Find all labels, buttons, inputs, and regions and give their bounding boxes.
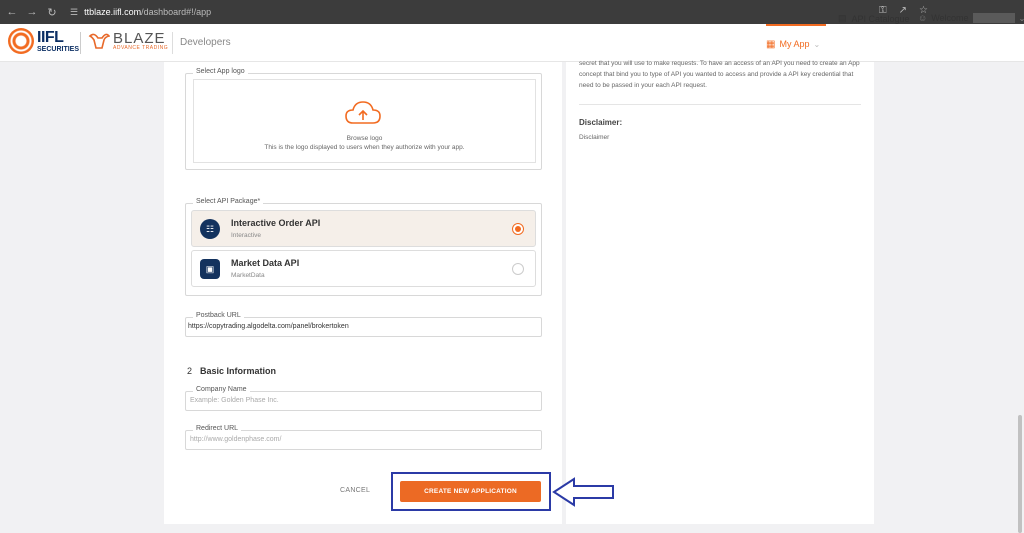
company-name-legend: Company Name: [193, 386, 250, 393]
blaze-logo-subtext: ADVANCE TRADING: [113, 45, 169, 51]
panel-divider: [579, 104, 861, 105]
section-title: Basic Information: [200, 366, 277, 376]
package-option-interactive[interactable]: ☷ Interactive Order API Interactive: [191, 210, 536, 247]
package-radio[interactable]: [512, 263, 524, 275]
welcome-label: Welcome: [931, 13, 969, 23]
api-intro-text: secret that you will use to make request…: [579, 60, 860, 89]
redirect-url-field[interactable]: Redirect URL http://www.goldenphase.com/: [185, 425, 542, 450]
app-logo-legend: Select App logo: [193, 68, 248, 75]
package-title: Market Data API: [231, 258, 300, 268]
nav-my-app[interactable]: ▦ My App ⌄: [766, 24, 826, 62]
section-number: 2: [187, 366, 193, 376]
browse-logo-label: Browse logo: [346, 135, 383, 142]
blaze-bull-icon: [88, 33, 110, 49]
forward-icon[interactable]: →: [24, 6, 40, 18]
reload-icon[interactable]: ↻: [44, 6, 60, 19]
company-name-placeholder[interactable]: Example: Golden Phase Inc.: [190, 397, 279, 404]
browse-logo-hint: This is the logo displayed to users when…: [264, 144, 465, 151]
package-subtitle: MarketData: [231, 272, 265, 279]
grid-icon: ▦: [766, 38, 776, 50]
user-menu[interactable]: ☺ Welcome ⌄: [918, 13, 1024, 23]
package-option-market-data[interactable]: ▣ Market Data API MarketData: [191, 250, 536, 287]
cloud-upload-icon[interactable]: [344, 99, 382, 127]
redacted-username: [972, 13, 1015, 23]
redirect-url-legend: Redirect URL: [193, 425, 242, 432]
logo-divider: [80, 32, 81, 54]
chevron-down-icon: ⌄: [813, 39, 821, 49]
chevron-down-icon: ⌄: [1018, 13, 1024, 23]
cancel-button[interactable]: CANCEL: [340, 487, 370, 494]
postback-url-field[interactable]: Postback URL https://copytrading.algodel…: [185, 312, 542, 337]
address-bar[interactable]: ☰ ttblaze.iifl.com/dashboard#!/app: [70, 7, 211, 18]
blaze-logo-text: BLAZE: [113, 30, 166, 47]
blaze-logo[interactable]: BLAZE ADVANCE TRADING: [88, 30, 168, 52]
developers-label: Developers: [180, 37, 231, 48]
package-radio[interactable]: [512, 223, 524, 235]
page-scrollbar[interactable]: [1018, 415, 1022, 533]
info-panel: [566, 62, 874, 524]
iifl-logo-subtext: SECURITIES: [37, 45, 80, 53]
tune-icon: ☰: [70, 6, 79, 17]
browse-logo-text: Browse logo This is the logo displayed t…: [193, 134, 536, 152]
package-subtitle: Interactive: [231, 232, 261, 239]
url-host: ttblaze.iifl.com: [84, 7, 142, 17]
postback-url-legend: Postback URL: [193, 312, 244, 319]
header-divider: [172, 32, 173, 54]
nav-api-catalogue[interactable]: ▤ API Catalogue: [838, 13, 910, 24]
iifl-logo[interactable]: IIFL SECURITIES: [8, 28, 79, 54]
user-icon: ☺: [918, 13, 928, 23]
market-data-icon: ▣: [200, 259, 220, 279]
package-title: Interactive Order API: [231, 218, 321, 228]
interactive-order-icon: ☷: [200, 219, 220, 239]
iifl-logo-text: IIFL: [37, 28, 64, 46]
api-package-legend: Select API Package*: [193, 198, 264, 205]
back-icon[interactable]: ←: [4, 6, 20, 18]
annotation-arrow-icon: [552, 477, 614, 507]
url-path: /dashboard#!/app: [141, 7, 212, 17]
nav-my-app-label: My App: [779, 39, 810, 49]
app-header: IIFL SECURITIES BLAZE ADVANCE TRADING De…: [0, 24, 1024, 62]
redirect-url-placeholder[interactable]: http://www.goldenphase.com/: [190, 436, 281, 443]
disclaimer-title: Disclaimer:: [579, 118, 623, 127]
company-name-field[interactable]: Company Name Example: Golden Phase Inc.: [185, 386, 542, 411]
catalogue-icon: ▤: [838, 13, 847, 23]
nav-api-catalogue-label: API Catalogue: [851, 13, 910, 24]
create-new-application-button[interactable]: CREATE NEW APPLICATION: [400, 481, 541, 502]
iifl-logo-icon: [8, 28, 34, 54]
disclaimer-body: Disclaimer: [579, 134, 610, 141]
postback-url-value[interactable]: https://copytrading.algodelta.com/panel/…: [188, 323, 349, 330]
